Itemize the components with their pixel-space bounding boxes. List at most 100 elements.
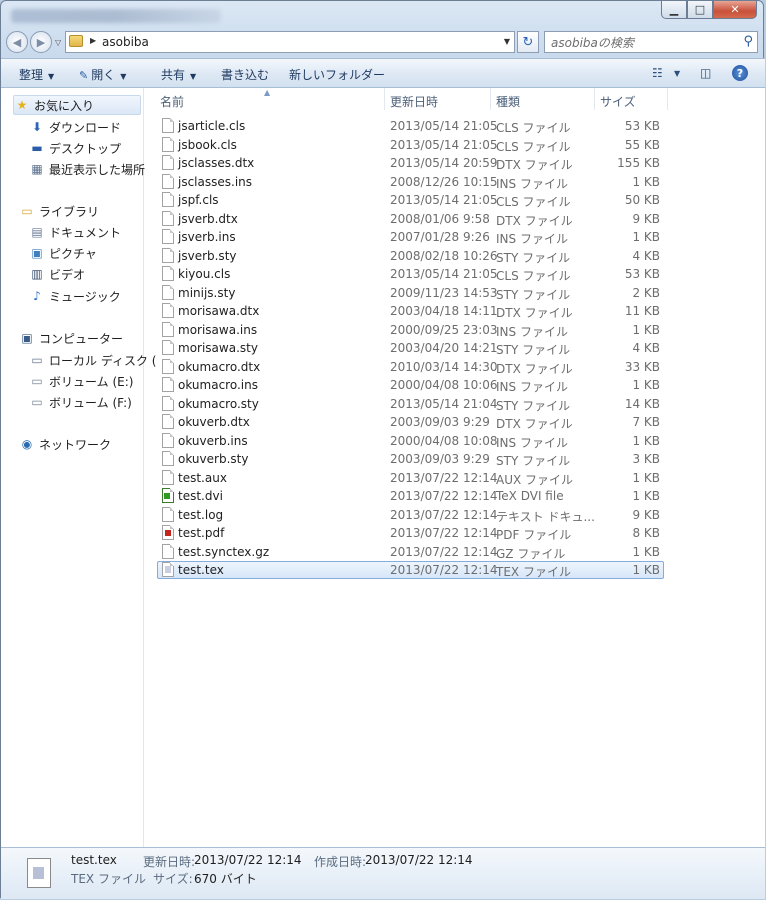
generic-file-icon	[162, 395, 174, 411]
column-size[interactable]: サイズ	[600, 93, 636, 110]
burn-button[interactable]: 書き込む	[221, 66, 269, 83]
file-name: jspf.cls	[178, 193, 219, 207]
nav-label: 最近表示した場所	[49, 162, 146, 177]
nav-computer[interactable]: ▣ コンピューター	[19, 328, 123, 348]
nav-pictures[interactable]: ▣ ピクチャ	[29, 243, 97, 263]
file-name: test.aux	[178, 470, 227, 485]
file-size: 1 KB	[632, 544, 660, 559]
file-row[interactable]: okuverb.dtx 2003/09/03 9:29 DTX ファイル 7 KB	[144, 413, 765, 432]
file-name: kiyou.cls	[178, 267, 231, 281]
file-name: morisawa.ins	[178, 322, 258, 337]
address-bar[interactable]: ▶ asobiba ▼	[65, 31, 515, 53]
file-type: STY ファイル	[496, 287, 571, 302]
detail-type: TEX ファイル	[71, 872, 146, 886]
file-row[interactable]: test.log 2013/07/22 12:14 テキスト ドキュ... 9 KB	[144, 506, 765, 525]
file-row[interactable]: test.synctex.gz 2013/07/22 12:14 GZ ファイル 1 …	[144, 543, 765, 562]
nav-volume-f[interactable]: ▭ ボリューム (F:)	[29, 392, 132, 412]
file-size: 1 KB	[632, 230, 660, 244]
breadcrumb-arrow-icon[interactable]: ▶	[90, 36, 96, 45]
nav-recent-places[interactable]: ▦ 最近表示した場所	[29, 159, 145, 179]
file-row[interactable]: kiyou.cls 2013/05/14 21:05 CLS ファイル 53 KB	[144, 265, 765, 284]
share-button[interactable]: 共有 ▼	[161, 66, 196, 83]
column-divider[interactable]	[384, 88, 385, 110]
file-row[interactable]: morisawa.ins 2000/09/25 23:03 INS ファイル 1 KB	[144, 321, 765, 340]
file-row[interactable]: minijs.sty 2009/11/23 14:53 STY ファイル 2 KB	[144, 284, 765, 303]
nav-local-disk[interactable]: ▭ ローカル ディスク (	[29, 350, 156, 370]
file-row[interactable]: test.dvi 2013/07/22 12:14 TeX DVI file 1 KB	[144, 487, 765, 506]
chevron-down-icon: ▼	[190, 72, 197, 81]
preview-pane-icon[interactable]: ◫	[700, 66, 711, 80]
file-name: morisawa.dtx	[178, 304, 260, 318]
file-row[interactable]: jsclasses.ins 2008/12/26 10:15 INS ファイル 1 K…	[144, 173, 765, 192]
search-input[interactable]	[549, 34, 733, 52]
view-options-dropdown-icon[interactable]: ▼	[674, 69, 680, 78]
file-name: test.synctex.gz	[178, 544, 270, 559]
recent-pages-dropdown-icon[interactable]: ▽	[55, 38, 61, 47]
file-row[interactable]: test.aux 2013/07/22 12:14 AUX ファイル 1 KB	[144, 469, 765, 488]
file-row[interactable]: morisawa.sty 2003/04/20 14:21 STY ファイル 4 KB	[144, 339, 765, 358]
file-row[interactable]: okuverb.ins 2000/04/08 10:08 INS ファイル 1 KB	[144, 432, 765, 451]
nav-documents[interactable]: ▤ ドキュメント	[29, 222, 121, 242]
new-folder-button[interactable]: 新しいフォルダー	[289, 66, 385, 83]
file-type: AUX ファイル	[496, 472, 574, 487]
breadcrumb-asobiba[interactable]: asobiba	[102, 35, 149, 49]
nav-music[interactable]: ♪ ミュージック	[29, 286, 121, 306]
column-date[interactable]: 更新日時	[390, 93, 438, 110]
navigation-pane: ★ お気に入り ⬇ ダウンロード ▬ デスクトップ ▦ 最近表示した場所 ▭ ライブラリ …	[1, 88, 156, 847]
nav-favorites[interactable]: ★ お気に入り	[13, 95, 141, 115]
file-name: morisawa.sty	[178, 341, 258, 355]
file-size: 1 KB	[632, 378, 660, 392]
forward-button[interactable]: ▶	[30, 31, 52, 53]
file-name: okuverb.dtx	[178, 415, 250, 429]
column-type[interactable]: 種類	[496, 93, 520, 110]
back-button[interactable]: ◀	[6, 31, 28, 53]
file-row[interactable]: morisawa.dtx 2003/04/18 14:11 DTX ファイル 11 K…	[144, 302, 765, 321]
file-row[interactable]: jsclasses.dtx 2013/05/14 20:59 DTX ファイル 155…	[144, 154, 765, 173]
generic-file-icon	[162, 469, 174, 485]
search-icon[interactable]: ⚲	[743, 34, 753, 49]
nav-volume-e[interactable]: ▭ ボリューム (E:)	[29, 371, 133, 391]
close-button[interactable]: ✕	[713, 1, 757, 19]
file-size: 1 KB	[632, 489, 660, 503]
help-icon[interactable]: ?	[732, 65, 748, 81]
open-button[interactable]: ✎ 開く ▼	[79, 66, 126, 83]
file-row[interactable]: jsverb.ins 2007/01/28 9:26 INS ファイル 1 KB	[144, 228, 765, 247]
nav-label: ボリューム (F:)	[49, 395, 132, 410]
file-date: 2000/04/08 10:06	[390, 378, 498, 392]
column-divider[interactable]	[667, 88, 668, 110]
nav-downloads[interactable]: ⬇ ダウンロード	[29, 117, 121, 137]
file-row[interactable]: jsarticle.cls 2013/05/14 21:05 CLS ファイル 53 …	[144, 117, 765, 136]
file-date: 2013/07/22 12:14	[390, 470, 498, 485]
detail-size-value: 670 バイト	[194, 872, 257, 886]
file-size: 155 KB	[617, 156, 660, 170]
file-row[interactable]: okumacro.dtx 2010/03/14 14:30 DTX ファイル 33 K…	[144, 358, 765, 377]
nav-videos[interactable]: ▥ ビデオ	[29, 264, 85, 284]
maximize-button[interactable]: □	[687, 1, 713, 19]
file-row[interactable]: jsbook.cls 2013/05/14 21:05 CLS ファイル 55 KB	[144, 136, 765, 155]
file-row[interactable]: okumacro.sty 2013/05/14 21:04 STY ファイル 14 K…	[144, 395, 765, 414]
file-date: 2007/01/28 9:26	[390, 230, 490, 244]
organize-button[interactable]: 整理 ▼	[19, 66, 54, 83]
file-row[interactable]: jsverb.sty 2008/02/18 10:26 STY ファイル 4 KB	[144, 247, 765, 266]
minimize-button[interactable]: ▁	[661, 1, 687, 19]
address-dropdown-icon[interactable]: ▼	[504, 37, 510, 46]
file-row[interactable]: okumacro.ins 2000/04/08 10:06 INS ファイル 1 KB	[144, 376, 765, 395]
share-label: 共有	[161, 68, 186, 82]
title-bar[interactable]: ▁ □ ✕	[1, 1, 765, 29]
file-row[interactable]: test.pdf 2013/07/22 12:14 PDF ファイル 8 KB	[144, 524, 765, 543]
nav-label: デスクトップ	[49, 141, 122, 156]
nav-desktop[interactable]: ▬ デスクトップ	[29, 138, 121, 158]
recent-places-icon: ▦	[31, 162, 43, 176]
refresh-button[interactable]: ↻	[517, 31, 539, 53]
file-row[interactable]: jspf.cls 2013/05/14 21:05 CLS ファイル 50 KB	[144, 191, 765, 210]
file-row[interactable]: okuverb.sty 2003/09/03 9:29 STY ファイル 3 KB	[144, 450, 765, 469]
nav-network[interactable]: ◉ ネットワーク	[19, 434, 111, 454]
generic-file-icon	[162, 247, 174, 263]
nav-libraries[interactable]: ▭ ライブラリ	[19, 201, 99, 221]
file-row[interactable]: test.tex 2013/07/22 12:14 TEX ファイル 1 KB	[144, 561, 765, 580]
column-name[interactable]: 名前	[160, 93, 184, 110]
file-row[interactable]: jsverb.dtx 2008/01/06 9:58 DTX ファイル 9 KB	[144, 210, 765, 229]
column-divider[interactable]	[490, 88, 491, 110]
column-divider[interactable]	[594, 88, 595, 110]
change-view-icon[interactable]: ☷	[652, 66, 663, 80]
